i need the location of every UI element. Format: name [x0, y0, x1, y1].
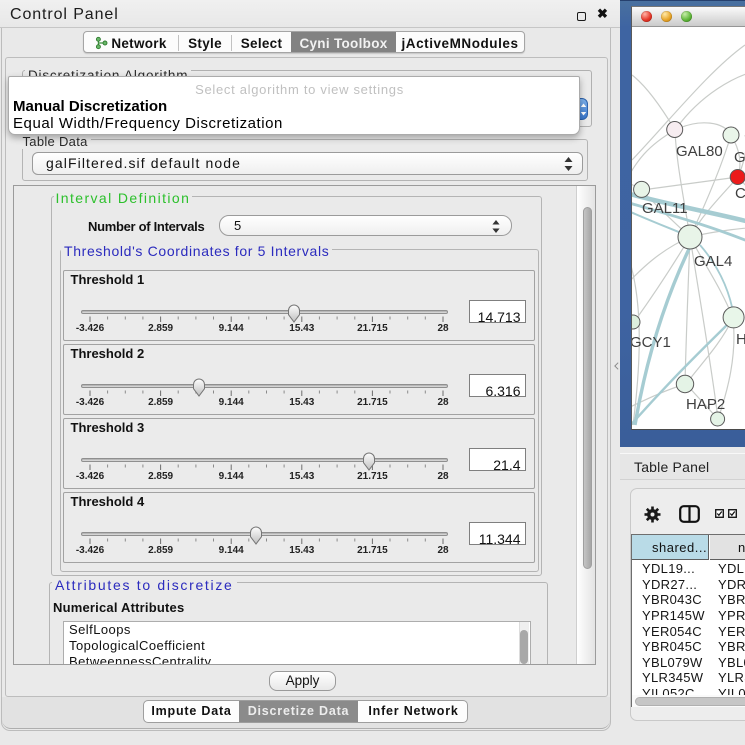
svg-text:GAL80: GAL80	[676, 143, 723, 160]
svg-text:HAP2: HAP2	[686, 396, 725, 413]
svg-text:GCY1: GCY1	[632, 334, 671, 351]
svg-text:GAL11: GAL11	[642, 200, 688, 217]
svg-text:GAL4: GAL4	[694, 253, 732, 270]
svg-text:CY: CY	[735, 185, 745, 202]
svg-text:GA: GA	[734, 149, 745, 166]
svg-text:HI: HI	[736, 331, 745, 348]
